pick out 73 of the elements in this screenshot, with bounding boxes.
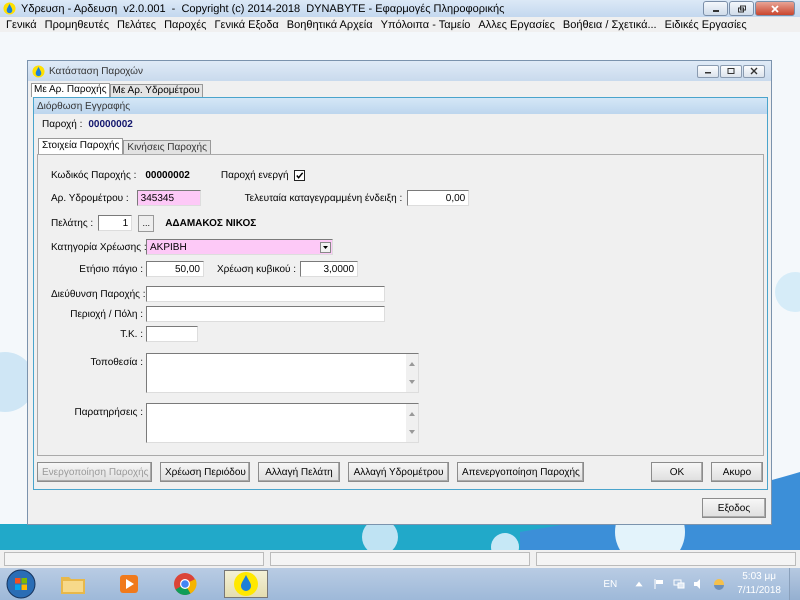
annual-fee-field[interactable]: 50,00 bbox=[146, 261, 204, 277]
ok-button[interactable]: OK bbox=[651, 462, 703, 482]
up-arrow-icon[interactable] bbox=[409, 412, 415, 416]
menu-item[interactable]: Παροχές bbox=[161, 18, 212, 30]
action-button[interactable]: Αλλαγή Πελάτη bbox=[258, 462, 340, 482]
field-label: Τ.Κ. : bbox=[119, 328, 143, 340]
meter-field[interactable]: 345345 bbox=[136, 190, 201, 206]
supply-number: 00000002 bbox=[88, 119, 133, 132]
action-button[interactable]: Αλλαγή Υδρομέτρου bbox=[348, 462, 449, 482]
close-button[interactable] bbox=[743, 64, 765, 78]
exit-button[interactable]: Εξοδος bbox=[702, 498, 766, 518]
field-label: Κωδικός Παροχής : bbox=[51, 170, 136, 180]
field-label: Περιοχή / Πόλη : bbox=[69, 308, 143, 320]
minimize-button[interactable] bbox=[703, 1, 728, 16]
water-drop-icon bbox=[3, 2, 16, 15]
restore-button[interactable] bbox=[729, 1, 754, 16]
field-label: Τελευταία καταγεγραμμένη ένδειξη : bbox=[244, 192, 402, 204]
close-icon bbox=[749, 67, 759, 75]
scrollbar[interactable] bbox=[406, 354, 418, 392]
action-button[interactable]: Απενεργοποίηση Παροχής bbox=[457, 462, 584, 482]
tab[interactable]: Κινήσεις Παροχής bbox=[123, 140, 211, 154]
field-label: Χρέωση κυβικού : bbox=[217, 264, 296, 274]
customer-field[interactable]: 1 bbox=[98, 215, 132, 231]
charge-category-dropdown[interactable]: ΑΚΡΙΒΗ bbox=[146, 239, 333, 255]
window-title: Κατάσταση Παροχών bbox=[49, 66, 143, 76]
supply-code: 00000002 bbox=[145, 170, 190, 180]
browse-button[interactable]: ... bbox=[138, 214, 154, 232]
dialog-title: Διόρθωση Εγγραφής bbox=[37, 100, 130, 112]
menu-item[interactable]: Βοήθεια / Σχετικά... bbox=[560, 18, 662, 30]
last-reading-field[interactable]: 0,00 bbox=[407, 190, 470, 206]
postal-code-field[interactable] bbox=[146, 326, 198, 342]
field-label: Διεύθυνση Παροχής : bbox=[51, 288, 143, 300]
scrollbar[interactable] bbox=[406, 404, 418, 442]
maximize-button[interactable] bbox=[720, 64, 742, 78]
menu-item[interactable]: Ειδικές Εργασίες bbox=[662, 18, 752, 30]
customer-name: ΑΔΑΜΑΚΟΣ ΝΙΚΟΣ bbox=[165, 218, 256, 228]
field-label: Ετήσιο πάγιο : bbox=[78, 264, 143, 274]
active-checkbox[interactable] bbox=[294, 170, 305, 180]
menu-item[interactable]: Υπόλοιπα - Ταμείο bbox=[378, 18, 476, 30]
action-button[interactable]: Χρέωση Περιόδου bbox=[160, 462, 250, 482]
field-label: Παροχή ενεργή bbox=[220, 170, 289, 180]
city-field[interactable] bbox=[146, 306, 385, 322]
browser-icon[interactable] bbox=[172, 572, 198, 596]
menu-item[interactable]: Αλλες Εργασίες bbox=[475, 18, 560, 30]
tab[interactable]: Με Αρ. Παροχής bbox=[31, 83, 110, 97]
menu-item[interactable]: Προμηθευτές bbox=[42, 18, 114, 30]
maximize-icon bbox=[726, 67, 736, 75]
cancel-button[interactable]: Ακυρο bbox=[711, 462, 763, 482]
address-field[interactable] bbox=[146, 286, 385, 302]
tab[interactable]: Με Αρ. Υδρομέτρου bbox=[110, 84, 203, 97]
close-icon bbox=[770, 4, 780, 12]
field-label: Τοποθεσία : bbox=[90, 356, 143, 368]
taskbar-app-button[interactable] bbox=[224, 570, 268, 598]
supply-label: Παροχή : bbox=[42, 119, 82, 132]
minimize-button[interactable] bbox=[697, 64, 719, 78]
menu-item[interactable]: Γενικά bbox=[3, 18, 42, 30]
window-title: Υδρευση - Αρδευση v2.0.001 - Copyright (c) 2014-2018 DYNABYTE - Εφαρμογές Πληροφορικής bbox=[21, 2, 504, 14]
menu-item[interactable]: Βοηθητικά Αρχεία bbox=[284, 18, 378, 30]
field-label: Παρατηρήσεις : bbox=[74, 406, 143, 418]
up-arrow-icon[interactable] bbox=[409, 362, 415, 366]
location-text-area[interactable] bbox=[146, 353, 419, 393]
cubic-charge-field[interactable]: 3,0000 bbox=[300, 261, 358, 277]
field-label: Πελάτης : bbox=[51, 218, 94, 228]
down-arrow-icon[interactable] bbox=[409, 430, 415, 434]
restore-icon bbox=[736, 4, 746, 12]
menu-item[interactable]: Γενικά Εξοδα bbox=[211, 18, 284, 30]
field-label: Αρ. Υδρομέτρου : bbox=[51, 192, 129, 204]
start-button[interactable] bbox=[6, 569, 36, 599]
tab[interactable]: Στοιχεία Παροχής bbox=[38, 138, 124, 154]
notes-text-area[interactable] bbox=[146, 403, 419, 443]
water-drop-icon bbox=[32, 64, 45, 78]
down-arrow-icon[interactable] bbox=[409, 380, 415, 384]
menu-item[interactable]: Πελάτες bbox=[114, 18, 162, 30]
